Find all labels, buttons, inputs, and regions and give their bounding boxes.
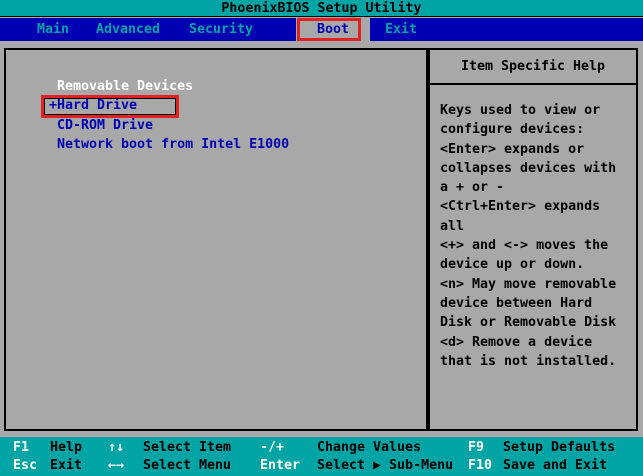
help-line: device between Hard [440, 295, 593, 311]
help-line: configure devices: [440, 122, 585, 138]
help-panel-title: Item Specific Help [430, 50, 636, 85]
menu-bar: Main Advanced Security Boot Exit [0, 18, 643, 41]
tab-boot-selected[interactable]: Boot [296, 18, 370, 41]
help-line: <+> and <-> moves the [440, 238, 609, 254]
help-line: Keys used to view or [440, 103, 601, 118]
help-line: device up or down. [440, 257, 585, 273]
key-f1: F1 [13, 440, 30, 455]
help-line: <Enter> expands or [440, 141, 585, 157]
key-f10-label: Save and Exit [503, 458, 608, 473]
key-updown-label: Select Item [143, 440, 232, 455]
key-esc: Esc [13, 458, 38, 473]
item-specific-help-panel: Item Specific Help Keys used to view or … [428, 48, 638, 431]
help-line: <Ctrl+Enter> expands [440, 199, 601, 215]
title-bar: PhoenixBIOS Setup Utility [0, 0, 643, 17]
boot-item-hard-drive[interactable]: +Hard Drive [6, 96, 426, 115]
key-minus-plus-label: Change Values [317, 440, 422, 455]
key-leftright-label: Select Menu [143, 458, 232, 473]
key-minus-plus: -/+ [260, 440, 285, 455]
boot-item-network-boot[interactable]: Network boot from Intel E1000 [6, 135, 426, 154]
key-enter: Enter [260, 458, 301, 473]
help-line: <n> May move removable [440, 276, 617, 292]
help-line: a + or - [440, 180, 505, 196]
bios-setup-screen: PhoenixBIOS Setup Utility Main Advanced … [0, 0, 643, 476]
tab-security[interactable]: Security [189, 18, 253, 41]
key-f9: F9 [468, 440, 485, 455]
key-updown-arrows-icon: ↑↓ [108, 440, 125, 455]
help-line: collapses devices with [440, 160, 617, 176]
key-f10: F10 [468, 458, 493, 473]
help-line: all [440, 218, 465, 234]
key-leftright-arrows-icon: ←→ [108, 458, 125, 473]
help-panel-body: Keys used to view or configure devices: … [430, 85, 636, 371]
tab-exit[interactable]: Exit [385, 18, 417, 41]
help-line: Disk or Removable Disk [440, 315, 617, 331]
boot-item-cdrom-drive[interactable]: CD-ROM Drive [6, 116, 426, 135]
help-line: that is not installed. [440, 353, 617, 369]
app-title: PhoenixBIOS Setup Utility [221, 1, 422, 16]
key-legend-bar: F1 Help ↑↓ Select Item -/+ Change Values… [0, 437, 643, 476]
tab-main[interactable]: Main [37, 18, 69, 41]
boot-order-panel: Removable Devices +Hard Drive CD-ROM Dri… [4, 48, 428, 431]
tab-advanced[interactable]: Advanced [96, 18, 160, 41]
key-enter-label: Select ▶ Sub-Menu [317, 458, 454, 473]
boot-item-removable-devices[interactable]: Removable Devices [6, 77, 426, 96]
key-f1-label: Help [50, 440, 83, 455]
key-esc-label: Exit [50, 458, 83, 473]
key-f9-label: Setup Defaults [503, 440, 616, 455]
help-line: <d> Remove a device [440, 334, 593, 350]
